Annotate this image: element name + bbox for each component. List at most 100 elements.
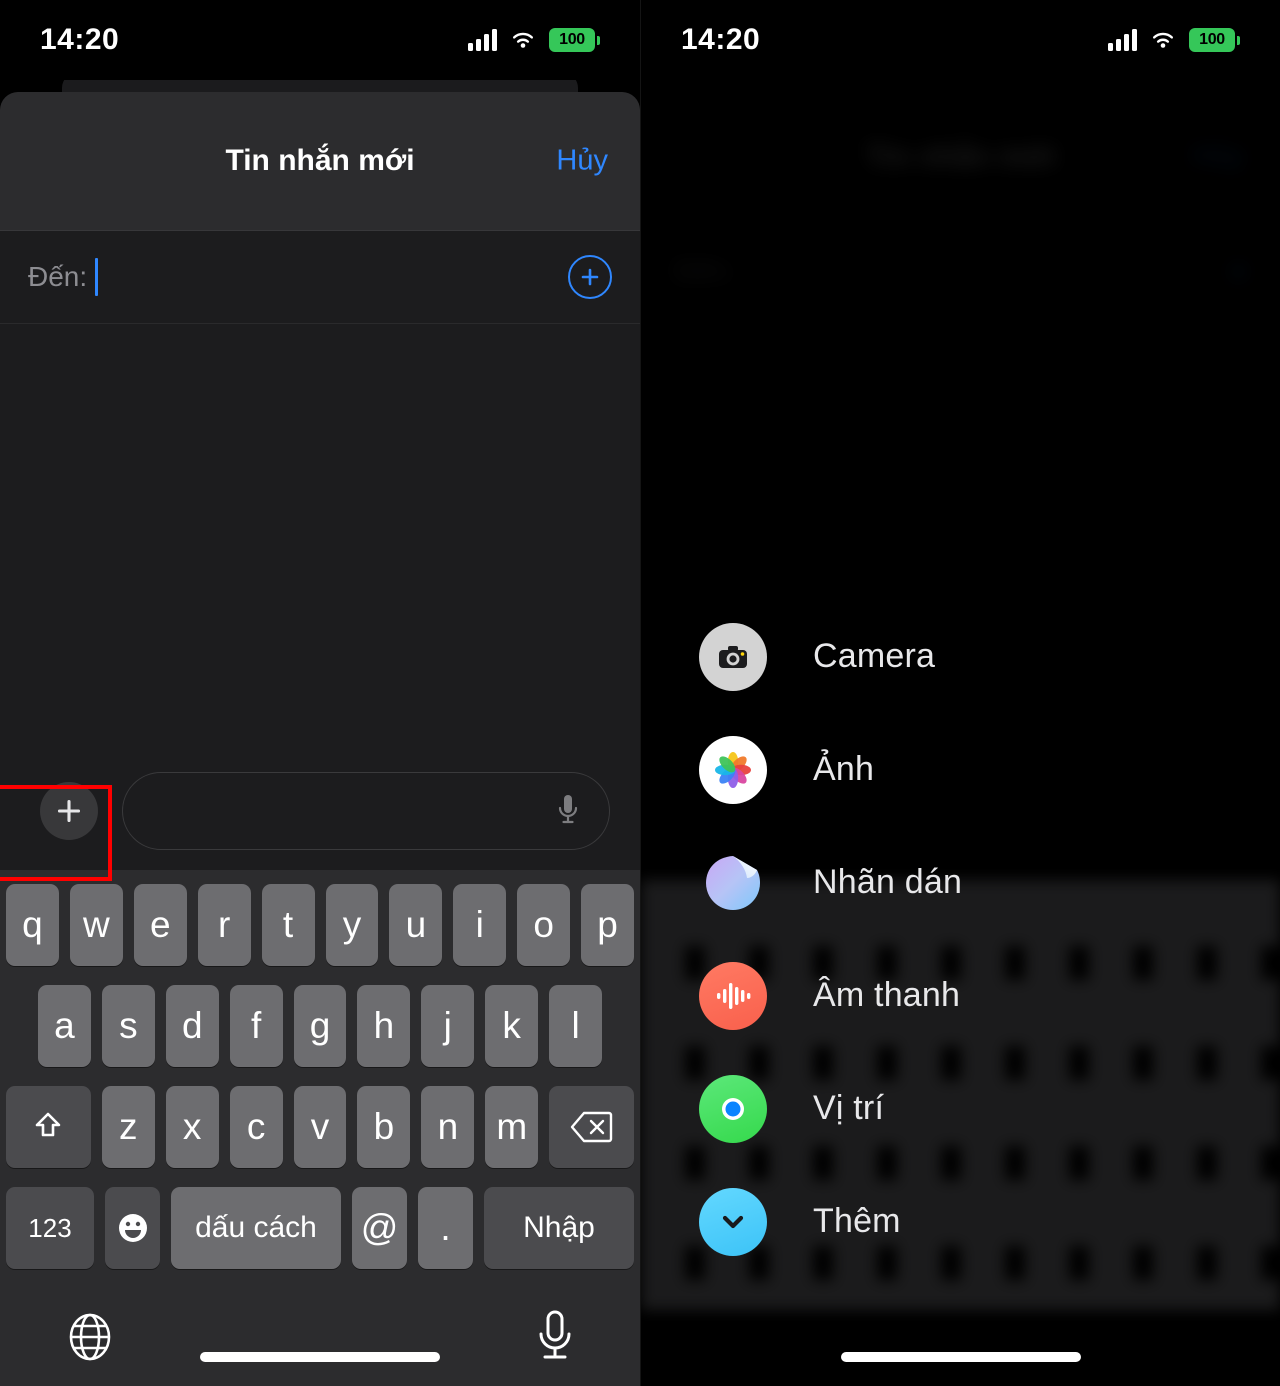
dimmed-background-title: Tin nhắn mới [865,140,1056,173]
backspace-delete-icon [570,1111,612,1143]
keyboard-row-3: z x c v b n m [6,1086,634,1168]
key-v[interactable]: v [293,1086,347,1168]
cancel-button[interactable]: Hủy [556,145,608,178]
menu-item-nhan-dan[interactable]: Nhãn dán [641,826,1280,939]
status-bar: 14:20 100 [641,0,1280,80]
key-z[interactable]: z [101,1086,155,1168]
key-g[interactable]: g [293,985,347,1067]
recipient-label: Đến: [28,261,88,292]
audio-waveform-icon [699,961,767,1030]
dimmed-background-add-contact: + [1226,250,1250,294]
onscreen-keyboard: q w e r t y u i o p a s d f g h j k l z … [0,870,640,1386]
wifi-icon [513,32,533,48]
menu-item-camera[interactable]: Camera [641,600,1280,713]
menu-item-label: Vị trí [813,1089,885,1127]
menu-item-label: Nhãn dán [813,863,963,901]
key-w[interactable]: w [69,884,123,966]
keyboard-row-4: 123 dấu cách @ . Nhập [6,1187,634,1269]
home-indicator [840,1352,1081,1362]
key-p[interactable]: p [581,884,635,966]
message-input[interactable] [122,772,610,850]
menu-item-label: Ảnh [813,750,875,788]
camera-icon [699,622,767,691]
key-r[interactable]: r [197,884,251,966]
key-o[interactable]: o [517,884,571,966]
period-key[interactable]: . [418,1187,473,1269]
attachment-menu: Camera Ảnh Nhãn dán Âm thanh Vị trí Thêm [641,600,1280,1278]
battery-icon: 100 [1189,28,1240,52]
key-k[interactable]: k [485,985,539,1067]
microphone-icon[interactable] [555,792,581,830]
key-e[interactable]: e [133,884,187,966]
shift-key[interactable] [6,1086,91,1168]
plus-circle-icon [581,268,599,286]
status-bar: 14:20 100 [0,0,640,80]
status-bar-time: 14:20 [40,23,120,56]
key-u[interactable]: u [389,884,443,966]
menu-item-label: Thêm [813,1202,901,1240]
more-chevron-down-icon [699,1187,767,1256]
key-x[interactable]: x [165,1086,219,1168]
add-contact-button[interactable] [568,255,612,299]
numbers-key[interactable]: 123 [6,1187,94,1269]
key-j[interactable]: j [421,985,475,1067]
cellular-signal-icon [468,29,497,51]
menu-item-am-thanh[interactable]: Âm thanh [641,939,1280,1052]
sticker-icon [699,849,767,917]
left-phone-screen: 14:20 100 Tin nhắn mới Hủy Đến: q w e r … [0,0,640,1386]
key-i[interactable]: i [453,884,507,966]
sheet-header: Tin nhắn mới Hủy [0,92,640,230]
key-c[interactable]: c [229,1086,283,1168]
battery-percent-label: 100 [1199,31,1225,48]
photos-icon [699,735,767,804]
home-indicator [200,1352,440,1362]
status-bar-indicators: 100 [468,28,600,52]
emoji-smiley-icon [118,1214,147,1242]
enter-key[interactable]: Nhập [484,1187,634,1269]
battery-percent-label: 100 [559,31,585,48]
menu-item-label: Âm thanh [813,976,961,1014]
backspace-key[interactable] [549,1086,634,1168]
status-bar-indicators: 100 [1108,28,1240,52]
key-h[interactable]: h [357,985,411,1067]
cellular-signal-icon [1108,29,1137,51]
key-b[interactable]: b [357,1086,411,1168]
menu-item-anh[interactable]: Ảnh [641,713,1280,826]
menu-item-vi-tri[interactable]: Vị trí [641,1052,1280,1165]
dual-screenshot-container: 14:20 100 Tin nhắn mới Hủy Đến: q w e r … [0,0,1280,1386]
keyboard-bottom-bar [6,1288,634,1386]
menu-item-them[interactable]: Thêm [641,1165,1280,1278]
battery-icon: 100 [549,28,600,52]
at-key[interactable]: @ [352,1187,407,1269]
key-q[interactable]: q [5,884,59,966]
compose-bar [0,752,640,870]
key-a[interactable]: a [38,985,91,1067]
right-phone-screen: 14:20 100 Tin nhắn mới Hủy Đến: + Camera… [640,0,1280,1386]
key-s[interactable]: s [101,985,155,1067]
text-cursor [95,258,99,296]
key-l[interactable]: l [549,985,603,1067]
key-t[interactable]: t [261,884,315,966]
key-d[interactable]: d [165,985,219,1067]
shift-up-arrow-icon [36,1112,61,1137]
recipient-field-row[interactable]: Đến: [0,230,640,324]
wifi-icon [1153,32,1173,48]
keyboard-row-2: a s d f g h j k l [6,985,634,1067]
menu-item-label: Camera [813,637,936,675]
page-title: Tin nhắn mới [225,144,415,177]
location-icon [699,1074,767,1143]
status-bar-time: 14:20 [681,23,761,56]
key-y[interactable]: y [325,884,379,966]
dimmed-background-cancel: Hủy [1192,140,1244,172]
globe-language-icon[interactable] [64,1311,116,1363]
keyboard-row-1: q w e r t y u i o p [5,884,635,966]
key-n[interactable]: n [421,1086,475,1168]
dimmed-background-recipient-label: Đến: [675,255,735,286]
key-f[interactable]: f [229,985,283,1067]
emoji-key[interactable] [105,1187,160,1269]
space-key[interactable]: dấu cách [171,1187,341,1269]
key-m[interactable]: m [485,1086,539,1168]
plus-icon [57,799,81,823]
compose-plus-button[interactable] [40,782,98,840]
dictation-microphone-icon[interactable] [534,1308,576,1366]
